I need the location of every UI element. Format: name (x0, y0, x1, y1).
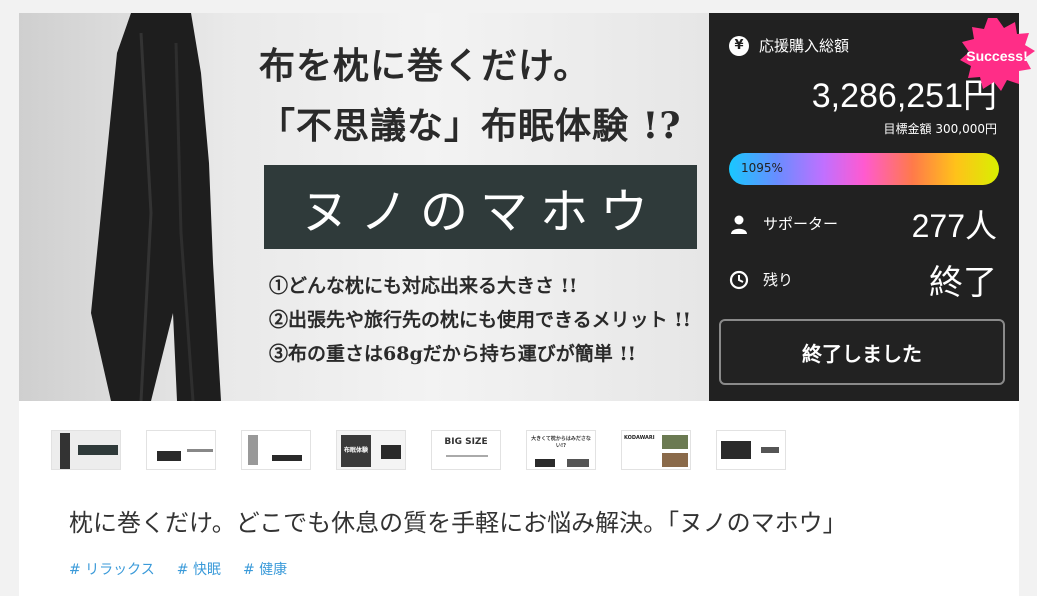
hero-bullets: ①どんな枕にも対応出来る大きさ !! ②出張先や旅行先の枕にも使用できるメリット… (269, 269, 691, 371)
hero-bullet-1: ①どんな枕にも対応出来る大きさ !! (269, 275, 578, 297)
thumbnail-3[interactable] (241, 430, 311, 470)
thumbnail-4-label: 布眠体験 (343, 447, 368, 454)
clock-icon (729, 270, 749, 289)
project-title[interactable]: 枕に巻くだけ。どこでも休息の質を手軽にお悩み解決。「ヌノのマホウ」 (69, 503, 847, 538)
goal-amount: 目標金額 300,000円 (883, 122, 997, 136)
tag-relax[interactable]: # リラックス (69, 559, 155, 579)
user-icon (731, 215, 747, 234)
hero-image[interactable]: 布を枕に巻くだけ。 「不思議な」布眠体験 !? ヌノのマホウ ①どんな枕にも対応… (19, 13, 709, 401)
remaining-row: 残り (729, 269, 793, 290)
success-badge: Success! (957, 16, 1037, 96)
tag-sleep[interactable]: # 快眠 (177, 559, 221, 579)
supporters-row: サポーター (729, 213, 838, 234)
thumbnail-7-label: KODAWARI (624, 435, 655, 441)
thumbnail-6[interactable]: 大きくて枕からはみださない!? (526, 430, 596, 470)
thumbnail-5[interactable]: BIG SIZE (431, 430, 501, 470)
thumbnail-5-label: BIG SIZE (444, 437, 488, 447)
remaining-label: 残り (763, 271, 794, 289)
total-label: 応援購入総額 (759, 37, 850, 55)
black-cloth-image (91, 13, 221, 401)
thumbnail-8[interactable] (716, 430, 786, 470)
total-label-row: ¥ 応援購入総額 (729, 35, 849, 56)
progress-percent: 1095% (741, 161, 783, 175)
hero-bullet-2: ②出張先や旅行先の枕にも使用できるメリット !! (269, 309, 691, 331)
hero-headline-1: 布を枕に巻くだけ。 (259, 45, 591, 87)
thumbnail-4[interactable]: 布眠体験 (336, 430, 406, 470)
progress-bar: 1095% (729, 153, 999, 185)
success-badge-label: Success! (966, 48, 1028, 64)
project-page: 布を枕に巻くだけ。 「不思議な」布眠体験 !? ヌノのマホウ ①どんな枕にも対応… (19, 13, 1035, 596)
supporters-label: サポーター (763, 215, 839, 233)
hero-brand-box: ヌノのマホウ (264, 165, 697, 249)
remaining-value: 終了 (929, 263, 997, 303)
tag-list: # リラックス # 快眠 # 健康 (69, 559, 309, 579)
tag-health[interactable]: # 健康 (243, 559, 287, 579)
thumbnail-1[interactable] (51, 430, 121, 470)
project-ended-button[interactable]: 終了しました (719, 319, 1005, 385)
hero-headline-2: 「不思議な」布眠体験 !? (259, 105, 682, 147)
yen-icon: ¥ (729, 35, 749, 56)
thumbnail-7[interactable]: KODAWARI (621, 430, 691, 470)
thumbnail-6-label: 大きくて枕からはみださない!? (531, 436, 591, 449)
supporters-count: 277人 (911, 208, 997, 244)
hero-bullet-3: ③布の重さは68gだから持ち運びが簡単 !! (269, 343, 637, 365)
thumbnail-strip: 布眠体験 BIG SIZE 大きくて枕からはみださない!? KODAWARI (51, 430, 811, 470)
thumbnail-2[interactable] (146, 430, 216, 470)
